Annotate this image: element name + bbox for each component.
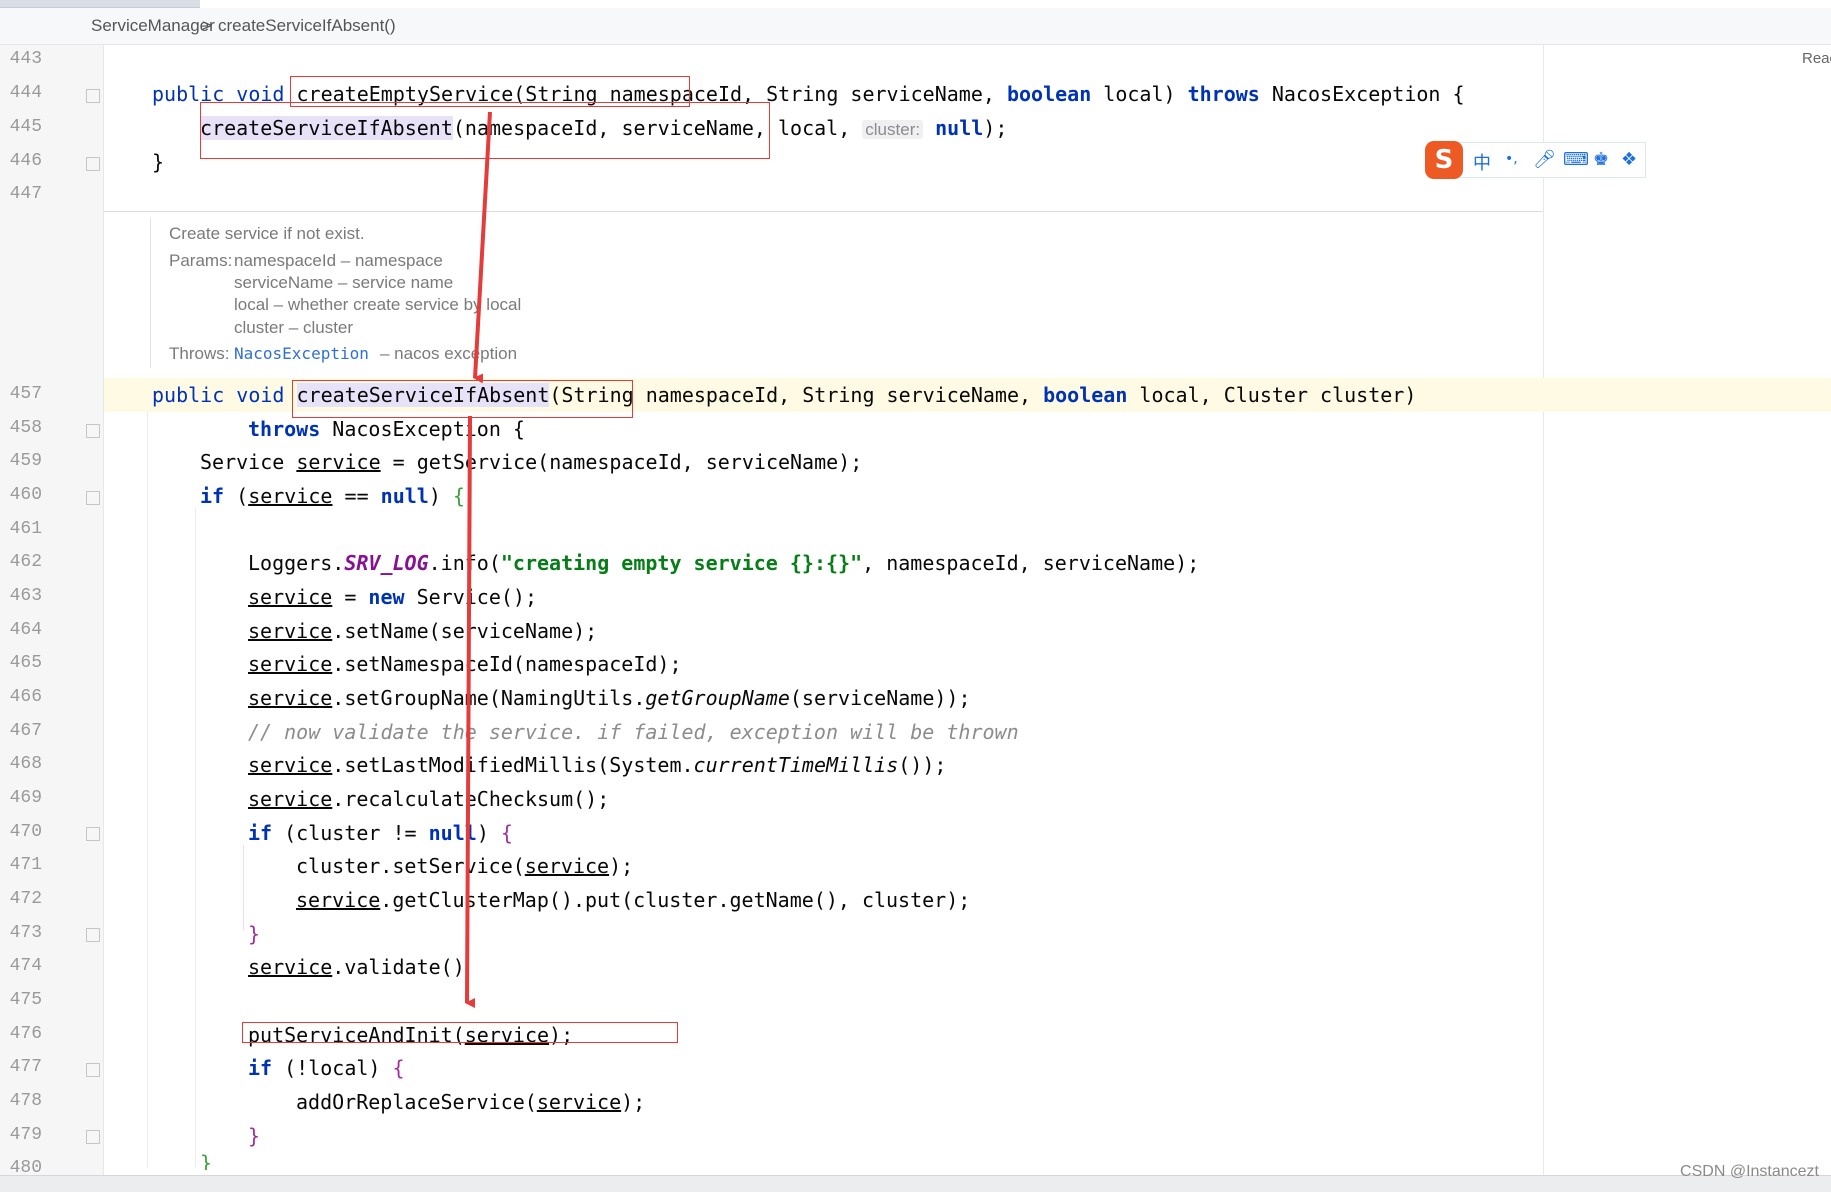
- annotation-arrows: [465, 111, 492, 1009]
- ime-toolbar[interactable]: S 中 •, 🎤︎ ⌨︎ ♚ ❖: [1425, 141, 1646, 179]
- sogou-logo-icon[interactable]: S: [1425, 141, 1463, 179]
- ime-punctuation-toggle[interactable]: •,: [1505, 151, 1518, 167]
- annotation-arrow: [473, 111, 492, 384]
- ime-language-toggle[interactable]: 中: [1473, 149, 1491, 175]
- annotation-arrow: [465, 415, 476, 1009]
- skin-icon[interactable]: ♚: [1593, 149, 1609, 170]
- keyboard-icon[interactable]: ⌨︎: [1563, 149, 1589, 170]
- watermark: CSDN @Instancezt: [1680, 1163, 1819, 1180]
- mic-icon[interactable]: 🎤︎: [1533, 149, 1556, 170]
- status-bar: [0, 1175, 1831, 1192]
- apps-icon[interactable]: ❖: [1621, 149, 1637, 170]
